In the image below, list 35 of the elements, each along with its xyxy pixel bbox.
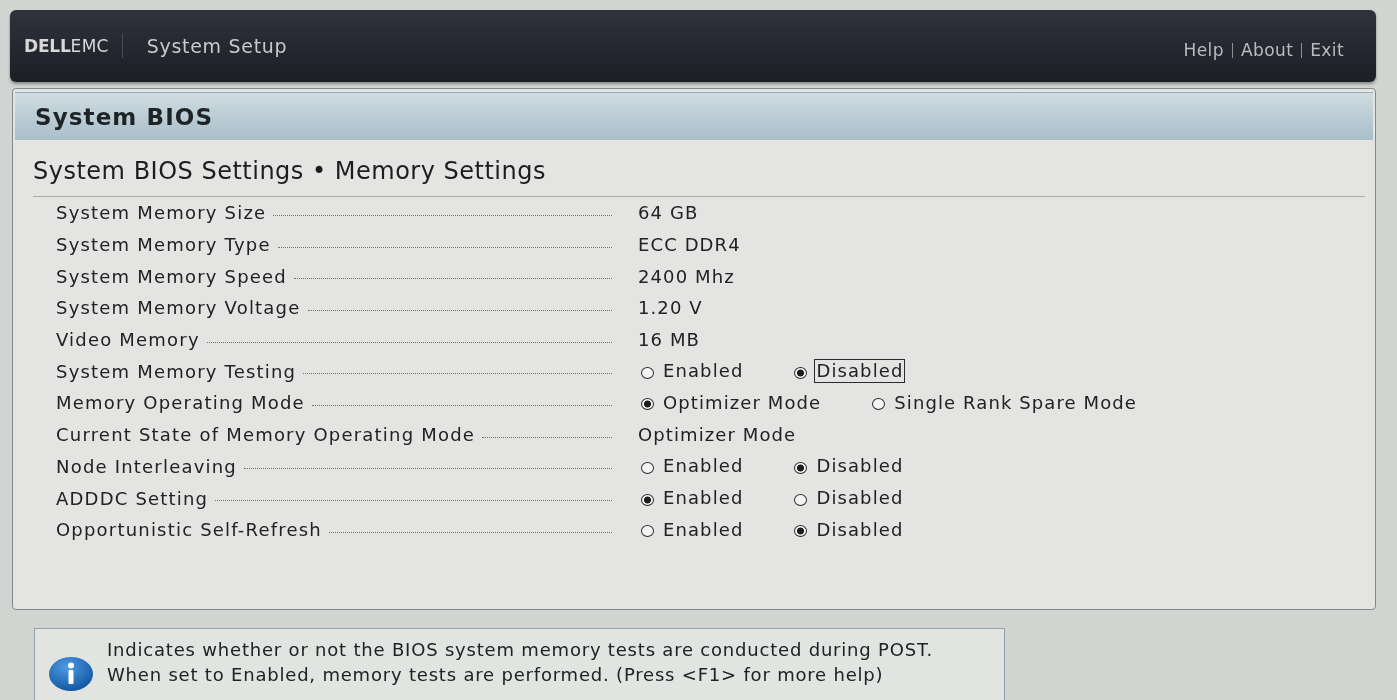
help-text: Indicates whether or not the BIOS system memory tests are conducted during POST. When set to Enabled, memory tests are performed. (Press <F1> for more help) [107,638,934,687]
radio-option[interactable]: Single Rank Spare Mode [869,390,1139,415]
radio-option[interactable]: Disabled [791,486,906,511]
setting-label: System Memory Size [56,202,267,224]
setting-label: Video Memory [56,329,200,351]
setting-label: Memory Operating Mode [56,392,305,414]
radio-option[interactable]: Enabled [638,486,746,511]
setting-value: Optimizer Mode [638,424,797,446]
setting-label: ADDDC Setting [56,487,209,509]
app-title: System Setup [146,35,288,57]
radio-option[interactable]: Enabled [638,359,746,384]
setting-label: System Memory Speed [56,265,287,287]
setting-label: System Memory Type [56,234,271,256]
page-heading: System BIOS Settings • Memory Settings [33,157,546,185]
radio-option[interactable]: Enabled [638,517,746,542]
setting-label: Opportunistic Self-Refresh [56,519,322,541]
panel-title: System BIOS [35,103,214,130]
setting-value: 16 MB [638,329,700,351]
setting-value: 1.20 V [638,297,703,319]
setting-label: System Memory Testing [56,360,297,382]
radio-option[interactable]: Disabled [791,517,906,542]
logo: DELLEMC [24,34,123,58]
nav-link[interactable]: Exit [1310,40,1344,60]
radio-option[interactable]: Disabled [791,454,906,479]
setting-value: 64 GB [638,202,699,224]
setting-value: ECC DDR4 [638,234,741,256]
setting-label: Node Interleaving [56,455,237,477]
setting-value: 2400 Mhz [638,265,735,287]
setting-label: System Memory Voltage [56,297,301,319]
nav-link[interactable]: Help [1183,40,1224,60]
info-icon [49,657,93,691]
nav-link[interactable]: About [1240,40,1294,60]
setting-label: Current State of Memory Operating Mode [56,424,476,446]
radio-option[interactable]: Optimizer Mode [638,390,824,415]
radio-option[interactable]: Enabled [638,454,746,479]
